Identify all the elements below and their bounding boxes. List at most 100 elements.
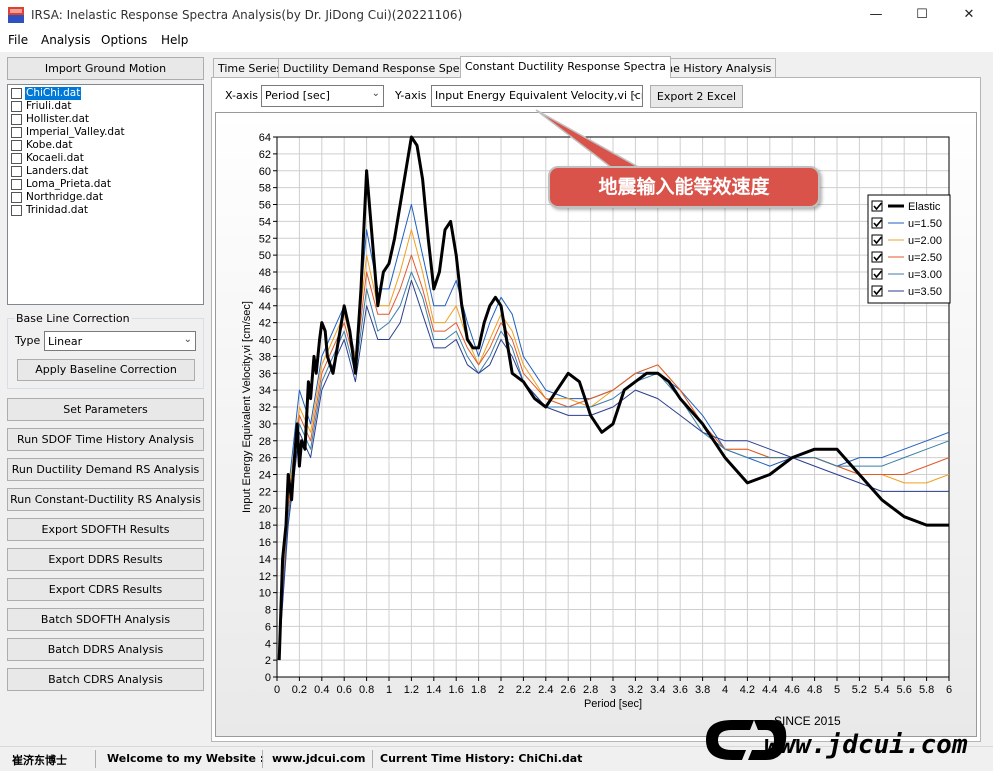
run-ductility-demand-rs-button[interactable]: Run Ductility Demand RS Analysis [7,458,204,481]
legend-label: u=2.50 [908,252,942,264]
file-checkbox[interactable] [11,205,22,216]
xaxis-select-value: Period [sec] [265,89,330,102]
menu-help[interactable]: Help [161,33,188,47]
x-tick-label: 3.8 [695,684,710,696]
batch-ddrs-analysis-button[interactable]: Batch DDRS Analysis [7,638,204,661]
status-website[interactable]: www.jdcui.com [272,752,365,765]
file-name: Hollister.dat [26,113,90,125]
y-tick-label: 46 [259,284,271,296]
x-tick-label: 4.2 [740,684,755,696]
xaxis-select[interactable]: Period [sec] ⌄ [261,85,384,107]
yaxis-select-value: Input Energy Equivalent Velocity,vi [cm, [435,89,643,102]
maximize-button[interactable]: ☐ [899,0,945,30]
tab-time-series[interactable]: Time Series [213,58,288,78]
y-tick-label: 20 [259,503,271,515]
logo-c-mark [706,720,754,760]
file-name: Trinidad.dat [26,204,88,216]
y-tick-label: 42 [259,318,271,330]
tab-constant-ductility-response-spectra[interactable]: Constant Ductility Response Spectra [460,56,671,78]
legend-label: u=2.00 [908,235,942,247]
x-tick-label: 0 [274,684,280,696]
y-tick-label: 52 [259,233,271,245]
y-tick-label: 30 [259,419,271,431]
y-tick-label: 2 [265,655,271,667]
menu-file[interactable]: File [8,33,28,47]
x-tick-label: 5.4 [874,684,889,696]
status-separator [95,750,96,768]
x-tick-label: 3.4 [650,684,665,696]
close-button[interactable]: ✕ [946,0,992,30]
legend-label: Elastic [908,201,941,213]
x-tick-label: 1.4 [426,684,441,696]
run-sdof-time-history-button[interactable]: Run SDOF Time History Analysis [7,428,204,451]
run-constant-ductility-rs-button[interactable]: Run Constant-Ductility RS Analysis [7,488,204,511]
x-tick-label: 1.2 [404,684,419,696]
file-checkbox[interactable] [11,88,22,99]
x-tick-label: 5 [834,684,840,696]
apply-baseline-correction-button[interactable]: Apply Baseline Correction [17,359,195,381]
menu-analysis[interactable]: Analysis [41,33,90,47]
legend-label: u=3.50 [908,286,942,298]
export-ddrs-results-button[interactable]: Export DDRS Results [7,548,204,571]
yaxis-select[interactable]: Input Energy Equivalent Velocity,vi [cm,… [431,85,643,107]
y-axis-label: Input Energy Equivalent Velocity,vi [cm/… [241,301,253,513]
file-checkbox[interactable] [11,166,22,177]
file-checkbox[interactable] [11,101,22,112]
y-tick-label: 8 [265,605,271,617]
minimize-button[interactable]: — [853,0,899,30]
y-tick-label: 10 [259,588,271,600]
annotation-callout: 地震输入能等效速度 [548,166,820,208]
chevron-down-icon: ⌄ [183,334,192,345]
file-checkbox[interactable] [11,192,22,203]
x-tick-label: 5.2 [852,684,867,696]
ground-motion-file-list[interactable]: ChiChi.dat Friuli.dat Hollister.dat Imperia… [7,84,204,305]
y-tick-label: 36 [259,368,271,380]
legend-label: u=1.50 [908,218,942,230]
baseline-type-select[interactable]: Linear ⌄ [44,331,196,351]
y-tick-label: 32 [259,402,271,414]
export-to-excel-button[interactable]: Export 2 Excel [650,85,743,108]
status-current-time-history: Current Time History: ChiChi.dat [380,752,583,765]
y-tick-label: 64 [259,132,271,144]
set-parameters-button[interactable]: Set Parameters [7,398,204,421]
import-ground-motion-button[interactable]: Import Ground Motion [7,57,204,80]
y-tick-label: 56 [259,200,271,212]
x-tick-label: 4.6 [785,684,800,696]
y-tick-label: 26 [259,453,271,465]
file-checkbox[interactable] [11,140,22,151]
tab-ductility-demand-response-spectra[interactable]: Ductility Demand Response Spectra [278,58,487,78]
y-tick-label: 22 [259,486,271,498]
file-checkbox[interactable] [11,153,22,164]
x-tick-label: 0.2 [292,684,307,696]
export-cdrs-results-button[interactable]: Export CDRS Results [7,578,204,601]
batch-sdofth-analysis-button[interactable]: Batch SDOFTH Analysis [7,608,204,631]
title-bar: IRSA: Inelastic Response Spectra Analysi… [0,0,993,30]
window-title: IRSA: Inelastic Response Spectra Analysi… [31,8,463,22]
file-name: Northridge.dat [26,191,103,203]
baseline-correction-group: Base Line Correction Type Linear ⌄ Apply… [7,312,204,389]
y-tick-label: 54 [259,216,271,228]
file-checkbox[interactable] [11,114,22,125]
y-tick-label: 58 [259,183,271,195]
y-tick-label: 48 [259,267,271,279]
y-tick-label: 0 [265,672,271,684]
chevron-down-icon: ⌄ [630,88,639,99]
menu-bar: File Analysis Options Help [0,30,993,52]
batch-cdrs-analysis-button[interactable]: Batch CDRS Analysis [7,668,204,691]
y-tick-label: 38 [259,351,271,363]
y-tick-label: 44 [259,301,271,313]
file-checkbox[interactable] [11,127,22,138]
x-tick-label: 3.2 [628,684,643,696]
export-sdofth-results-button[interactable]: Export SDOFTH Results [7,518,204,541]
x-tick-label: 4.4 [762,684,777,696]
x-tick-label: 0.4 [314,684,329,696]
chevron-down-icon: ⌄ [371,88,380,99]
x-tick-label: 2 [498,684,504,696]
baseline-type-value: Linear [48,335,83,348]
file-checkbox[interactable] [11,179,22,190]
x-tick-label: 1.6 [449,684,464,696]
file-name: Landers.dat [26,165,89,177]
yaxis-label: Y-axis [395,89,427,102]
x-tick-label: 0.8 [359,684,374,696]
menu-options[interactable]: Options [101,33,147,47]
